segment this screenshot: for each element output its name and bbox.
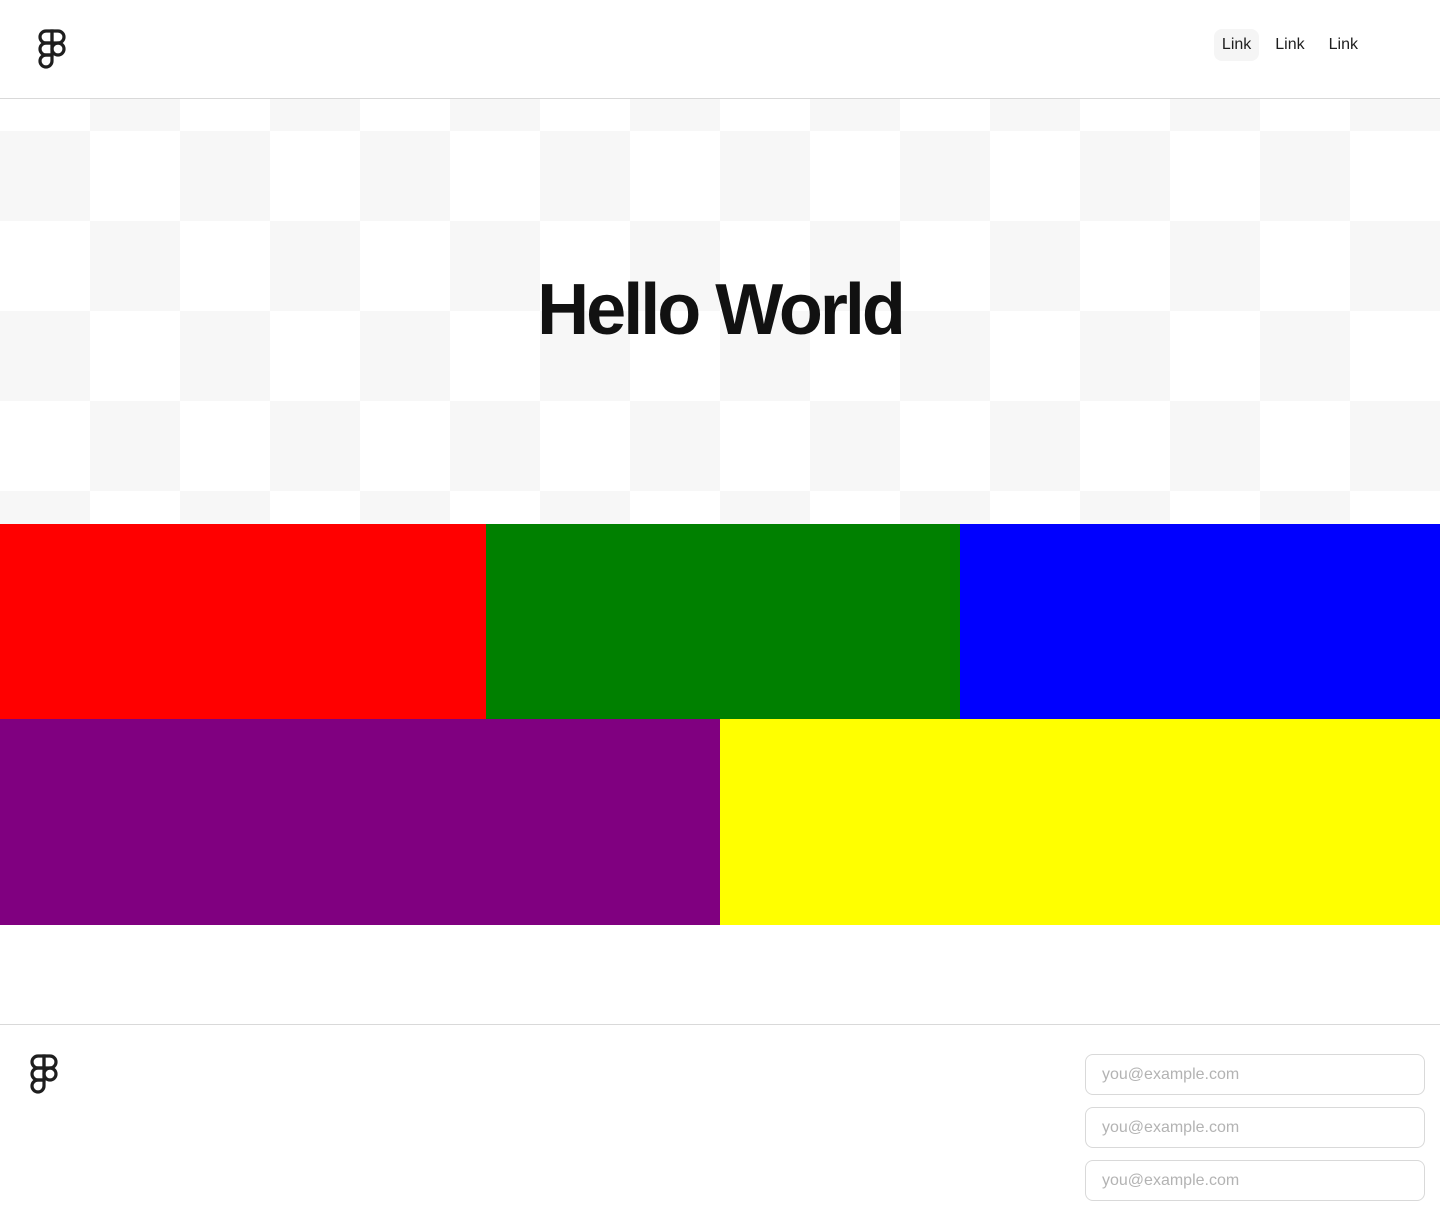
yellow-block bbox=[720, 719, 1440, 925]
red-block bbox=[0, 524, 486, 719]
email-field-2[interactable] bbox=[1085, 1107, 1425, 1148]
purple-block bbox=[0, 719, 720, 925]
hero-title: Hello World bbox=[537, 270, 906, 350]
main-nav: Link Link Link bbox=[1213, 29, 1366, 61]
hero-section: Hello World bbox=[0, 99, 1440, 524]
green-block bbox=[486, 524, 960, 719]
nav-link-1[interactable]: Link bbox=[1213, 29, 1260, 61]
nav-link-3[interactable]: Link bbox=[1321, 29, 1366, 61]
email-field-1[interactable] bbox=[1085, 1054, 1425, 1095]
email-field-3[interactable] bbox=[1085, 1160, 1425, 1201]
email-form bbox=[1085, 1054, 1425, 1201]
figma-logo-icon[interactable] bbox=[29, 1054, 59, 1094]
site-footer bbox=[0, 1024, 1440, 1213]
nav-link-2[interactable]: Link bbox=[1267, 29, 1312, 61]
figma-logo-icon[interactable] bbox=[37, 29, 67, 69]
blue-block bbox=[960, 524, 1440, 719]
site-header: Link Link Link bbox=[0, 0, 1440, 99]
